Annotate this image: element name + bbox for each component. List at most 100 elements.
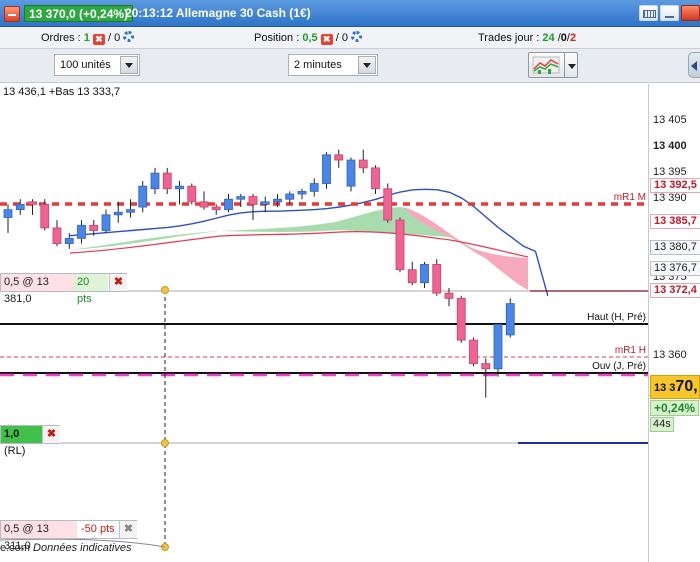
candle-bullish[interactable] — [285, 193, 295, 200]
order-anchor-point[interactable] — [161, 439, 169, 447]
candle-bearish[interactable] — [40, 204, 50, 229]
candle-bearish[interactable] — [358, 159, 368, 169]
candle-bearish[interactable] — [395, 219, 405, 271]
candle-bearish[interactable] — [383, 188, 393, 221]
candle-bullish[interactable] — [64, 237, 74, 244]
mr1-h-label: mR1 H — [615, 345, 646, 356]
candle-bearish[interactable] — [481, 363, 491, 370]
candle-bullish[interactable] — [150, 172, 160, 190]
candle-bullish[interactable] — [322, 154, 331, 184]
candle-bullish[interactable] — [126, 209, 135, 213]
price-tick-label: 13 405 — [653, 113, 687, 126]
orders-status: Ordres : 1 ✖ / 0 — [41, 31, 135, 45]
interval-select[interactable]: 2 minutes — [288, 54, 378, 76]
candle-bullish[interactable] — [77, 224, 86, 239]
candle-bearish[interactable] — [444, 292, 454, 299]
price-level-box: 13 380,7 — [650, 239, 700, 255]
keyboard-icon[interactable] — [639, 5, 658, 21]
candle-bullish[interactable] — [101, 214, 111, 231]
candle-bullish[interactable] — [236, 196, 246, 200]
cancel-order-icon[interactable]: ✖ — [109, 274, 127, 291]
position-label: Position : — [254, 32, 300, 44]
price-chart[interactable]: mR1 M Haut (H, Pré) mR1 H Ouv (J, Pré) — [0, 84, 700, 562]
stop-order-tag[interactable]: 1,0 (RL) ✖ — [0, 425, 60, 457]
minimize-button[interactable] — [660, 5, 679, 21]
mr1-m-label: mR1 M — [614, 192, 646, 203]
chevron-down-icon[interactable] — [358, 56, 376, 74]
current-price-prefix: 13 3 — [654, 382, 676, 394]
position-status: Position : 0,5 ✖ / 0 — [254, 31, 363, 45]
candle-bearish[interactable] — [248, 196, 258, 205]
close-window-button[interactable] — [681, 5, 700, 21]
candle-bullish[interactable] — [224, 198, 233, 211]
position-settings-icon[interactable] — [351, 31, 363, 42]
app-icon[interactable] — [4, 6, 20, 22]
stop-order-suffix: (RL) — [4, 445, 26, 457]
price-level-box: 13 376,7 — [650, 260, 700, 276]
chevron-down-icon[interactable] — [120, 56, 138, 74]
candle-bullish[interactable] — [297, 190, 307, 195]
candle-bullish[interactable] — [260, 201, 270, 205]
trades-won: 24 — [542, 32, 555, 44]
candle-bullish[interactable] — [138, 185, 148, 208]
buy-order-tag[interactable]: 0,5 @ 13 381,0 20 pts ✖ — [0, 273, 127, 305]
trades-status: Trades jour : 24 /0/2 — [478, 31, 576, 45]
candle-bearish[interactable] — [371, 167, 380, 190]
sell-order-label: 0,5 @ 13 311,0 — [1, 521, 77, 552]
window-title: 20:13:12 Allemagne 30 Cash (1€) — [125, 6, 311, 20]
order-anchor-point[interactable] — [161, 286, 169, 294]
interval-select-value: 2 minutes — [294, 59, 342, 71]
candle-bullish[interactable] — [273, 198, 282, 203]
candle-bearish[interactable] — [162, 172, 172, 190]
stop-order-label: 1,0 (RL) — [1, 426, 42, 457]
candle-bearish[interactable] — [211, 206, 221, 211]
position-value[interactable]: 0,5 — [302, 32, 317, 44]
candle-bearish[interactable] — [407, 269, 417, 284]
candle-bearish[interactable] — [187, 185, 197, 203]
candle-bullish[interactable] — [420, 264, 429, 284]
cancel-order-icon[interactable]: ✖ — [42, 426, 60, 443]
close-position-icon[interactable]: ✖ — [320, 34, 333, 45]
candle-bearish[interactable] — [456, 297, 466, 341]
candle-bullish[interactable] — [493, 324, 503, 370]
orders-settings-icon[interactable] — [123, 31, 135, 42]
price-tick-label: 13 400 — [653, 140, 687, 152]
candle-bearish[interactable] — [469, 339, 478, 365]
current-price-suffix: 70, — [675, 378, 698, 395]
candle-bullish[interactable] — [346, 159, 356, 187]
cancel-order-icon[interactable]: ✖ — [119, 521, 137, 538]
buy-order-label: 0,5 @ 13 381,0 — [1, 274, 74, 305]
high-previous-label: Haut (H, Pré) — [587, 312, 646, 323]
data-credit: e.com Données indicatives — [0, 542, 131, 555]
candle-bearish[interactable] — [334, 154, 344, 161]
position-separator: / 0 — [335, 32, 348, 44]
size-select[interactable]: 100 unités — [54, 54, 140, 76]
price-level-box: 13 372,4 — [650, 283, 700, 299]
collapse-panel-button[interactable] — [688, 52, 700, 78]
trading-window: 13 370,0 (+0,24%) 20:13:12 Allemagne 30 … — [0, 0, 700, 562]
sell-order-tag[interactable]: 0,5 @ 13 311,0 -50 pts ✖ — [0, 520, 137, 552]
candle-bullish[interactable] — [113, 211, 123, 216]
status-bar: Ordres : 1 ✖ / 0 Position : 0,5 ✖ / 0 Tr… — [0, 27, 700, 49]
chart-type-button[interactable] — [528, 52, 578, 78]
chevron-down-icon[interactable] — [568, 64, 576, 69]
candle-bearish[interactable] — [28, 201, 37, 205]
candle-bearish[interactable] — [89, 224, 99, 231]
price-change-badge: +0,24% — [650, 400, 700, 416]
orders-count[interactable]: 1 — [84, 32, 90, 44]
price-tick-label: 13 360 — [653, 348, 687, 361]
candle-bullish[interactable] — [309, 183, 319, 192]
cancel-orders-icon[interactable]: ✖ — [92, 34, 105, 45]
orders-label: Ordres : — [41, 32, 81, 44]
candle-bullish[interactable] — [175, 185, 184, 190]
price-tick-label: 13 395 — [653, 166, 687, 179]
candle-bearish[interactable] — [199, 201, 209, 208]
candle-bullish[interactable] — [3, 209, 13, 218]
open-previous-label: Ouv (J, Pré) — [592, 361, 646, 372]
candle-bearish[interactable] — [432, 264, 442, 294]
candle-bullish[interactable] — [15, 204, 25, 211]
sell-order-points: -50 pts — [78, 521, 118, 538]
candle-bearish[interactable] — [52, 227, 62, 244]
candle-bullish[interactable] — [505, 303, 515, 336]
orders-separator: / 0 — [108, 32, 121, 44]
